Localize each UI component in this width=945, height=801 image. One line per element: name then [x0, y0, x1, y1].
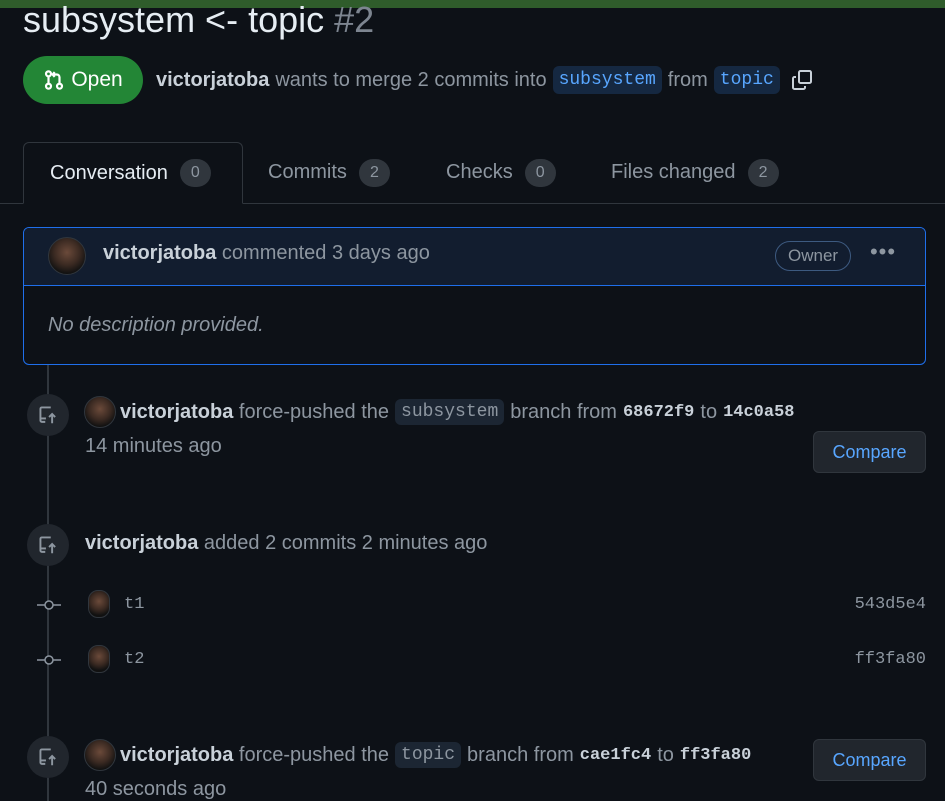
event-time: 40 seconds ago [85, 778, 227, 800]
pr-description-comment: victorjatoba commented 3 days ago Owner … [23, 227, 926, 365]
from-sha[interactable]: cae1fc4 [580, 746, 651, 765]
event-text: branch from [467, 743, 574, 766]
avatar[interactable] [84, 396, 116, 428]
pr-state-label: Open [71, 68, 123, 91]
event-branch[interactable]: subsystem [395, 399, 505, 425]
tab-conversation[interactable]: Conversation 0 [23, 142, 243, 204]
comment-author[interactable]: victorjatoba [103, 242, 216, 264]
avatar[interactable] [88, 590, 110, 618]
event-added-commits: victorjatoba added 2 commits 2 minutes a… [85, 532, 487, 555]
git-pull-request-icon [45, 70, 64, 90]
commit-sha[interactable]: ff3fa80 [855, 650, 926, 669]
event-force-push-subsystem: victorjatoba force-pushed the subsystem … [84, 396, 801, 428]
from-sha[interactable]: 68672f9 [623, 403, 694, 422]
pr-state-badge: Open [23, 56, 143, 104]
event-text: to [657, 743, 674, 766]
comment-meta: victorjatoba commented 3 days ago [103, 242, 430, 265]
event-text: branch from [510, 400, 617, 423]
head-branch[interactable]: topic [713, 66, 780, 94]
event-author[interactable]: victorjatoba [120, 744, 233, 767]
tab-counter: 2 [747, 158, 779, 187]
event-author[interactable]: victorjatoba [120, 401, 233, 424]
tab-commits[interactable]: Commits 2 [268, 142, 390, 203]
to-sha[interactable]: ff3fa80 [680, 746, 751, 765]
tab-counter: 0 [179, 159, 211, 187]
base-branch[interactable]: subsystem [552, 66, 662, 94]
commit-message[interactable]: t1 [124, 595, 144, 614]
event-text: force-pushed the [238, 743, 390, 766]
avatar[interactable] [84, 739, 116, 771]
tab-label: Checks [446, 161, 513, 183]
commit-sha[interactable]: 543d5e4 [855, 595, 926, 614]
tab-label: Commits [268, 161, 347, 183]
page-title: subsystem <- topic #2 [23, 0, 374, 40]
git-commit-icon [37, 600, 61, 610]
tab-label: Conversation [50, 161, 168, 184]
tab-label: Files changed [611, 161, 736, 183]
comment-header: victorjatoba commented 3 days ago Owner … [24, 228, 925, 286]
owner-badge: Owner [775, 241, 852, 271]
avatar[interactable] [88, 645, 110, 673]
event-text: added 2 commits 2 minutes ago [203, 532, 488, 554]
copy-icon[interactable] [790, 68, 814, 92]
pr-from-text: from [667, 68, 708, 91]
pr-title: subsystem <- topic [23, 0, 325, 40]
kebab-menu-icon[interactable]: ••• [867, 240, 899, 270]
event-author[interactable]: victorjatoba [85, 532, 198, 555]
event-time: 14 minutes ago [85, 435, 222, 457]
comment-body: No description provided. [48, 314, 264, 336]
pr-meta: victorjatoba wants to merge 2 commits in… [156, 64, 814, 96]
tab-checks[interactable]: Checks 0 [446, 142, 556, 203]
tab-counter: 2 [358, 158, 390, 187]
tab-counter: 0 [524, 158, 556, 187]
commit-message[interactable]: t2 [124, 650, 144, 669]
tab-files-changed[interactable]: Files changed 2 [611, 142, 779, 203]
to-sha[interactable]: 14c0a58 [723, 403, 794, 422]
pr-author[interactable]: victorjatoba [156, 69, 269, 92]
event-text: to [700, 400, 718, 423]
avatar[interactable] [48, 237, 86, 275]
repo-push-icon [27, 736, 69, 778]
repo-push-icon [27, 524, 69, 566]
compare-button[interactable]: Compare [813, 431, 926, 473]
event-force-push-topic: victorjatoba force-pushed the topic bran… [84, 739, 757, 771]
event-text: force-pushed the [238, 400, 390, 423]
compare-button[interactable]: Compare [813, 739, 926, 781]
repo-push-icon [27, 394, 69, 436]
git-commit-icon [37, 655, 61, 665]
pr-tabs: Conversation 0 Commits 2 Checks 0 Files … [0, 142, 945, 204]
event-branch[interactable]: topic [395, 742, 462, 768]
pr-number: #2 [334, 0, 375, 40]
comment-action: commented 3 days ago [221, 242, 430, 264]
pr-merge-text: wants to merge 2 commits into [275, 68, 547, 91]
